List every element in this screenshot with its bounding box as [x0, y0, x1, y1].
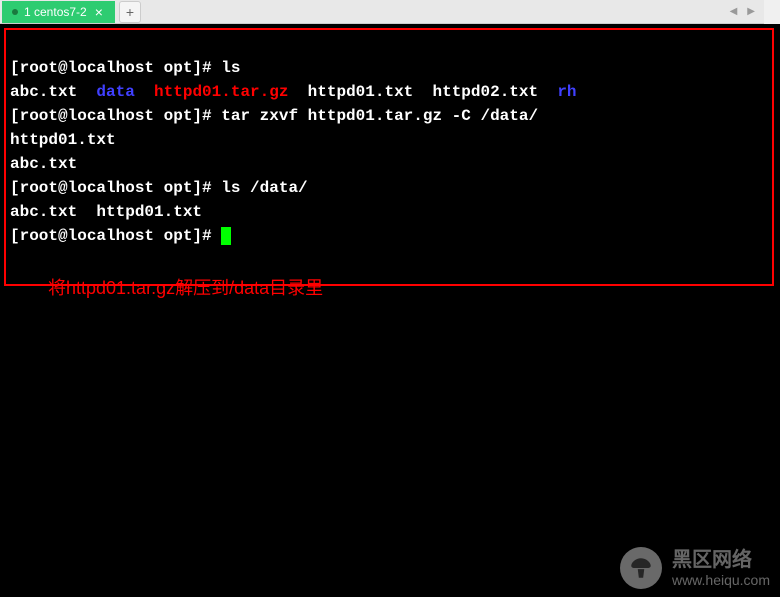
- watermark: 黑区网络 www.heiqu.com: [620, 547, 770, 589]
- tab-centos[interactable]: 1 centos7-2 ×: [2, 1, 115, 23]
- tab-status-icon: [12, 9, 18, 15]
- mushroom-icon: [628, 555, 654, 581]
- watermark-text: 黑区网络 www.heiqu.com: [672, 548, 770, 589]
- tab-label: 1 centos7-2: [24, 5, 87, 19]
- file: abc.txt: [10, 83, 77, 101]
- watermark-url: www.heiqu.com: [672, 572, 770, 589]
- terminal-area[interactable]: [root@localhost opt]# ls abc.txt data ht…: [0, 24, 780, 597]
- output-line: abc.txt httpd01.txt: [10, 203, 202, 221]
- output-line: abc.txt: [10, 155, 77, 173]
- close-icon[interactable]: ×: [93, 4, 105, 20]
- file: httpd02.txt: [432, 83, 538, 101]
- watermark-cn: 黑区网络: [672, 548, 770, 572]
- nav-right-icon[interactable]: ▶: [743, 4, 759, 19]
- prompt: [root@localhost opt]#: [10, 227, 221, 245]
- cmd-ls-data: ls /data/: [221, 179, 307, 197]
- cursor-icon: [221, 227, 231, 245]
- dir-rh: rh: [557, 83, 576, 101]
- scrollbar[interactable]: [764, 0, 780, 24]
- prompt: [root@localhost opt]#: [10, 107, 221, 125]
- watermark-logo-icon: [620, 547, 662, 589]
- output-line: httpd01.txt: [10, 131, 116, 149]
- nav-left-icon[interactable]: ◀: [726, 4, 742, 19]
- file: httpd01.txt: [308, 83, 414, 101]
- prompt: [root@localhost opt]#: [10, 179, 221, 197]
- cmd-tar: tar zxvf httpd01.tar.gz -C /data/: [221, 107, 538, 125]
- prompt: [root@localhost opt]#: [10, 59, 221, 77]
- cmd-ls: ls: [221, 59, 240, 77]
- tab-bar: 1 centos7-2 × + ◀ ▶ ≡: [0, 0, 780, 24]
- dir-data: data: [96, 83, 134, 101]
- add-tab-button[interactable]: +: [119, 1, 141, 23]
- archive-file: httpd01.tar.gz: [154, 83, 288, 101]
- annotation-text: 将httpd01.tar.gz解压到/data目录里: [0, 274, 780, 300]
- terminal-output: [root@localhost opt]# ls abc.txt data ht…: [0, 24, 780, 256]
